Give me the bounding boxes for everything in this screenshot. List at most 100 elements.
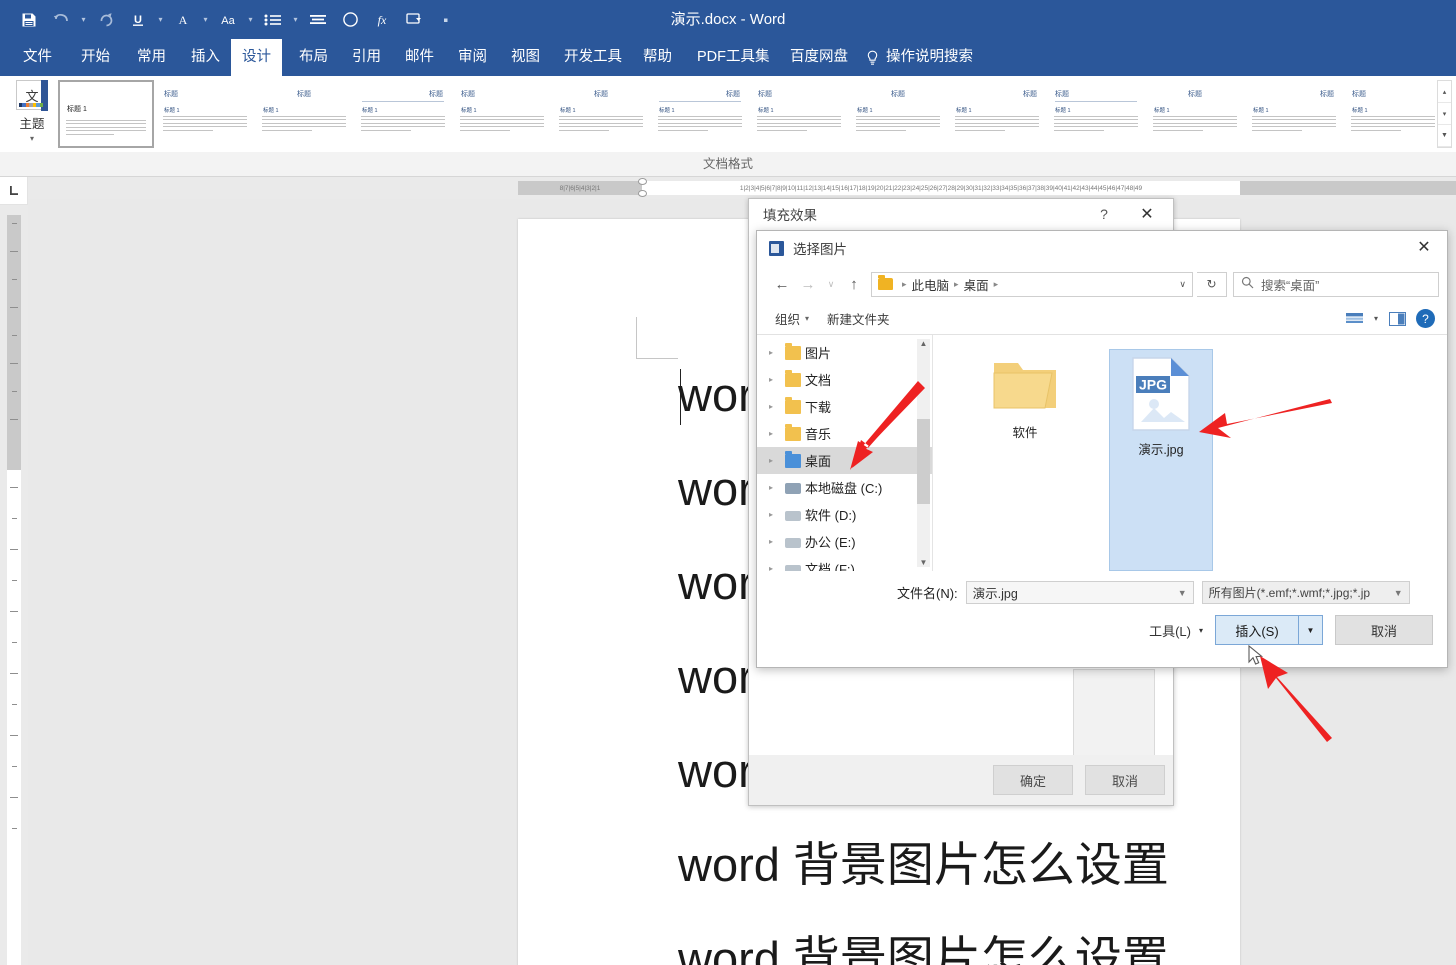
- tab-review[interactable]: 审阅: [447, 39, 498, 76]
- horizontal-ruler[interactable]: 8|7|6|5|4|3|2|1 1|2|3|4|5|6|7|8|9|10|11|…: [28, 177, 1456, 199]
- themes-button[interactable]: 文 主题 ▾: [10, 80, 54, 148]
- tree-item-drive-d[interactable]: ▸ 软件 (D:): [757, 501, 932, 528]
- breadcrumb-this-pc[interactable]: 此电脑: [912, 275, 950, 294]
- style-thumbnail[interactable]: 标题 标题 1: [1246, 80, 1342, 148]
- tab-design[interactable]: 设计: [231, 39, 282, 76]
- scrollbar-thumb[interactable]: [917, 419, 930, 504]
- up-icon[interactable]: ↑: [841, 271, 867, 297]
- tree-item-downloads[interactable]: ▸ 下载: [757, 393, 932, 420]
- view-mode-caret-icon[interactable]: ▾: [1374, 314, 1378, 323]
- gallery-scroll-down-icon[interactable]: ▾: [1438, 103, 1451, 125]
- style-thumbnail-heading: 标题: [461, 91, 475, 98]
- tree-item-documents[interactable]: ▸ 文档: [757, 366, 932, 393]
- style-thumbnail[interactable]: 标题 标题 1: [553, 80, 649, 148]
- file-list[interactable]: 软件 JPG 演示.jpg: [932, 335, 1447, 571]
- cancel-button[interactable]: 取消: [1085, 765, 1165, 795]
- forward-icon[interactable]: →: [795, 271, 821, 297]
- insert-button[interactable]: 插入(S): [1215, 615, 1299, 645]
- tab-view[interactable]: 视图: [500, 39, 551, 76]
- recent-locations-icon[interactable]: ∨: [821, 271, 841, 297]
- tab-developer[interactable]: 开发工具: [553, 39, 633, 76]
- tab-baidu-netdisk[interactable]: 百度网盘: [779, 39, 859, 76]
- refresh-icon[interactable]: ↻: [1197, 271, 1227, 297]
- style-thumbnail[interactable]: 标题 标题 1: [850, 80, 946, 148]
- select-picture-dialog[interactable]: 选择图片 ✕ ← → ∨ ↑ ▸ 此电脑 ▸ 桌面 ▸ ∨ ↻ 搜索“桌面” 组…: [756, 230, 1448, 668]
- tell-me-search[interactable]: 操作说明搜索: [866, 39, 973, 76]
- style-thumbnail[interactable]: 标题 标题 1: [1345, 80, 1438, 148]
- chevron-right-icon[interactable]: ▸: [769, 510, 781, 519]
- insert-split-button[interactable]: 插入(S) ▼: [1215, 615, 1323, 645]
- tree-item-pictures[interactable]: ▸ 图片: [757, 339, 932, 366]
- document-line[interactable]: word 背景图片怎么设置: [678, 935, 1169, 965]
- filetype-select[interactable]: 所有图片(*.emf;*.wmf;*.jpg;*.jp ▼: [1201, 581, 1410, 604]
- chevron-down-icon[interactable]: ∨: [1179, 279, 1186, 290]
- insert-dropdown-caret-icon[interactable]: ▼: [1299, 615, 1323, 645]
- tab-insert[interactable]: 插入: [180, 39, 231, 76]
- tab-home[interactable]: 开始: [70, 39, 121, 76]
- chevron-down-icon[interactable]: ▼: [1178, 588, 1187, 598]
- tab-mailings[interactable]: 邮件: [394, 39, 445, 76]
- style-thumbnail-selected[interactable]: 标题 1: [58, 80, 154, 148]
- tree-item-desktop[interactable]: ▸ 桌面: [757, 447, 932, 474]
- back-icon[interactable]: ←: [769, 271, 795, 297]
- breadcrumb-desktop[interactable]: 桌面: [964, 275, 989, 294]
- chevron-right-icon[interactable]: ▸: [769, 456, 781, 465]
- style-thumbnail[interactable]: 标题 标题 1: [652, 80, 748, 148]
- tab-layout[interactable]: 布局: [288, 39, 339, 76]
- search-input[interactable]: 搜索“桌面”: [1233, 271, 1439, 297]
- navigation-tree[interactable]: ▸ 图片 ▸ 文档 ▸ 下载 ▸ 音乐 ▸ 桌面 ▸ 本地磁盘 (C:) ▸ 软…: [757, 335, 932, 577]
- tab-file[interactable]: 文件: [12, 39, 63, 76]
- chevron-right-icon[interactable]: ▸: [769, 402, 781, 411]
- style-thumbnail[interactable]: 标题 标题 1: [1147, 80, 1243, 148]
- help-icon[interactable]: ?: [1416, 309, 1435, 328]
- chevron-right-icon[interactable]: ▸: [769, 348, 781, 357]
- style-thumbnail[interactable]: 标题 标题 1: [256, 80, 352, 148]
- tree-item-music[interactable]: ▸ 音乐: [757, 420, 932, 447]
- gallery-scroll-up-icon[interactable]: ▴: [1438, 81, 1451, 103]
- cancel-button[interactable]: 取消: [1335, 615, 1433, 645]
- tree-item-drive-e[interactable]: ▸ 办公 (E:): [757, 528, 932, 555]
- style-thumbnail[interactable]: 标题 标题 1: [355, 80, 451, 148]
- document-formatting-gallery[interactable]: 标题 1 标题 标题 1 标题 标题 1 标题 标题 1 标题 标题 1 标题 标题 1 标题 标题 1…: [58, 80, 1438, 148]
- chevron-right-icon[interactable]: ▸: [769, 375, 781, 384]
- first-line-indent-marker[interactable]: [638, 178, 647, 185]
- tab-help[interactable]: 帮助: [632, 39, 683, 76]
- breadcrumb[interactable]: ▸ 此电脑 ▸ 桌面 ▸ ∨: [871, 271, 1193, 297]
- close-icon[interactable]: ✕: [1407, 235, 1441, 259]
- vertical-ruler[interactable]: [0, 205, 28, 965]
- chevron-right-icon[interactable]: ▸: [769, 429, 781, 438]
- ok-button[interactable]: 确定: [993, 765, 1073, 795]
- style-thumbnail[interactable]: 标题 标题 1: [751, 80, 847, 148]
- scroll-down-icon[interactable]: ▼: [920, 558, 928, 567]
- tree-scrollbar[interactable]: ▲ ▼: [917, 339, 930, 567]
- style-thumbnail[interactable]: 标题 标题 1: [454, 80, 550, 148]
- tools-button[interactable]: 工具(L) ▾: [1149, 621, 1203, 640]
- tab-common[interactable]: 常用: [126, 39, 177, 76]
- filename-input[interactable]: 演示.jpg ▼: [965, 581, 1194, 604]
- tab-stop-selector[interactable]: [0, 177, 28, 205]
- style-thumbnail[interactable]: 标题 标题 1: [157, 80, 253, 148]
- tree-item-local-disk-c[interactable]: ▸ 本地磁盘 (C:): [757, 474, 932, 501]
- chevron-right-icon[interactable]: ▸: [769, 483, 781, 492]
- chevron-right-icon[interactable]: ▸: [769, 537, 781, 546]
- gallery-more-icon[interactable]: ▼: [1438, 125, 1451, 147]
- document-line[interactable]: word 背景图片怎么设置: [678, 841, 1169, 888]
- left-indent-marker[interactable]: [638, 190, 647, 197]
- new-folder-button[interactable]: 新建文件夹: [827, 309, 890, 328]
- organize-button[interactable]: 组织 ▾: [775, 309, 809, 328]
- tab-pdf-tools[interactable]: PDF工具集: [686, 39, 781, 76]
- style-thumbnail[interactable]: 标题 标题 1: [949, 80, 1045, 148]
- file-item-folder[interactable]: 软件: [973, 349, 1077, 571]
- close-icon[interactable]: ✕: [1129, 202, 1165, 226]
- gallery-scroll-controls[interactable]: ▴ ▾ ▼: [1437, 80, 1452, 148]
- themes-caret[interactable]: ▾: [30, 134, 34, 143]
- file-item-jpg[interactable]: JPG 演示.jpg: [1109, 349, 1213, 571]
- view-mode-icon[interactable]: [1345, 310, 1365, 328]
- style-thumbnail-body-lines: [955, 116, 1039, 133]
- style-thumbnail[interactable]: 标题 标题 1: [1048, 80, 1144, 148]
- preview-pane-icon[interactable]: [1387, 310, 1407, 328]
- help-icon[interactable]: ?: [1093, 203, 1115, 225]
- scroll-up-icon[interactable]: ▲: [920, 339, 928, 348]
- tab-references[interactable]: 引用: [341, 39, 392, 76]
- chevron-down-icon[interactable]: ▼: [1394, 588, 1403, 598]
